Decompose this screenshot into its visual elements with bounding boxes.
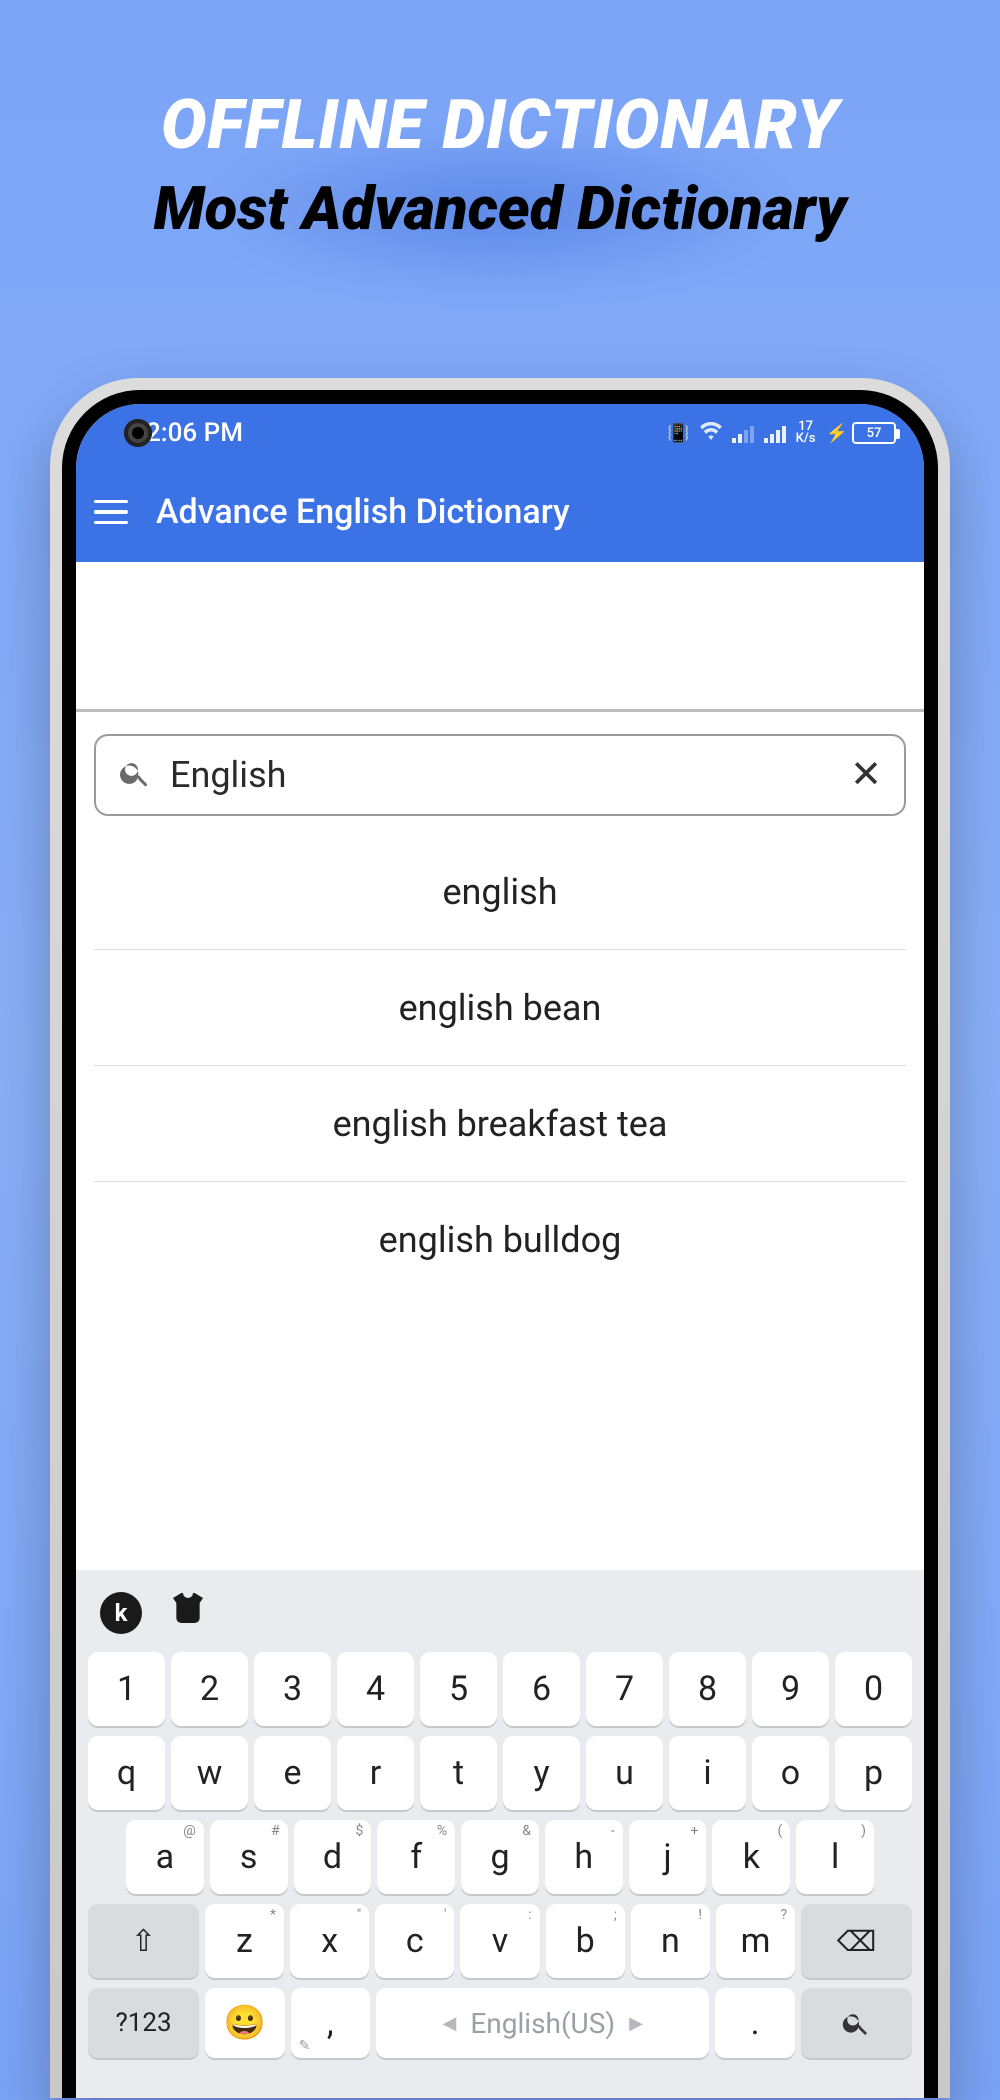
- vibrate-icon: 📳: [667, 423, 689, 444]
- key-e[interactable]: e: [254, 1736, 331, 1810]
- charging-icon: ⚡: [826, 423, 848, 444]
- key-t[interactable]: t: [420, 1736, 497, 1810]
- search-action-key[interactable]: [801, 1988, 912, 2058]
- key-q[interactable]: q: [88, 1736, 165, 1810]
- key-j[interactable]: +j: [629, 1820, 707, 1894]
- key-4[interactable]: 4: [337, 1652, 414, 1726]
- clear-search-button[interactable]: ✕: [850, 756, 882, 794]
- comma-key[interactable]: ✎,: [291, 1988, 370, 2058]
- search-input-text: English: [170, 754, 832, 796]
- suggestion-list: english english bean english breakfast t…: [94, 834, 906, 1298]
- ad-placeholder: [76, 562, 924, 712]
- promo-title: OFFLINE DICTIONARY: [0, 85, 1000, 165]
- key-x[interactable]: "x: [290, 1904, 369, 1978]
- network-speed: 17 K/s: [796, 421, 816, 445]
- promo-banner: OFFLINE DICTIONARY Most Advanced Diction…: [0, 0, 1000, 244]
- signal-2-icon: [764, 423, 786, 443]
- status-right: 📳 17 K/s ⚡ 57: [667, 421, 896, 446]
- key-w[interactable]: w: [171, 1736, 248, 1810]
- key-g[interactable]: &g: [461, 1820, 539, 1894]
- suggestion-item[interactable]: english: [94, 834, 906, 950]
- key-3[interactable]: 3: [254, 1652, 331, 1726]
- key-y[interactable]: y: [503, 1736, 580, 1810]
- signal-1-icon: [732, 423, 754, 443]
- key-h[interactable]: -h: [545, 1820, 623, 1894]
- qwerty-row-3: ⇧ *z "x 'c :v ;b !n ?m ⌫: [84, 1904, 916, 1978]
- key-z[interactable]: *z: [205, 1904, 284, 1978]
- battery-level: 57: [852, 422, 896, 444]
- bottom-row: ?123 😀 ✎, ◀ English(US) ▶ .: [84, 1988, 916, 2058]
- backspace-key[interactable]: ⌫: [801, 1904, 912, 1978]
- suggestion-item[interactable]: english bulldog: [94, 1182, 906, 1298]
- key-5[interactable]: 5: [420, 1652, 497, 1726]
- key-1[interactable]: 1: [88, 1652, 165, 1726]
- key-a[interactable]: @a: [126, 1820, 204, 1894]
- soft-keyboard: k 1 2 3 4 5 6 7 8 9 0: [76, 1570, 924, 2098]
- key-o[interactable]: o: [752, 1736, 829, 1810]
- key-p[interactable]: p: [835, 1736, 912, 1810]
- key-i[interactable]: i: [669, 1736, 746, 1810]
- status-time: 2:06 PM: [146, 418, 243, 448]
- menu-button[interactable]: [94, 500, 128, 525]
- key-v[interactable]: :v: [460, 1904, 539, 1978]
- key-r[interactable]: r: [337, 1736, 414, 1810]
- search-field[interactable]: English ✕: [94, 734, 906, 816]
- keyboard-app-icon[interactable]: k: [100, 1592, 142, 1634]
- battery-indicator: ⚡ 57: [826, 422, 896, 444]
- key-f[interactable]: %f: [377, 1820, 455, 1894]
- key-k[interactable]: (k: [712, 1820, 790, 1894]
- key-0[interactable]: 0: [835, 1652, 912, 1726]
- search-icon: [118, 756, 152, 794]
- number-row: 1 2 3 4 5 6 7 8 9 0: [84, 1652, 916, 1726]
- key-n[interactable]: !n: [631, 1904, 710, 1978]
- key-s[interactable]: #s: [210, 1820, 288, 1894]
- period-key[interactable]: .: [715, 1988, 794, 2058]
- sticker-icon[interactable]: [168, 1588, 208, 1638]
- app-bar: Advance English Dictionary: [76, 462, 924, 562]
- key-l[interactable]: )l: [796, 1820, 874, 1894]
- phone-mockup: 2:06 PM 📳 17 K/s ⚡ 57: [50, 378, 950, 2098]
- qwerty-row-1: q w e r t y u i o p: [84, 1736, 916, 1810]
- key-u[interactable]: u: [586, 1736, 663, 1810]
- key-b[interactable]: ;b: [546, 1904, 625, 1978]
- key-6[interactable]: 6: [503, 1652, 580, 1726]
- shift-key[interactable]: ⇧: [88, 1904, 199, 1978]
- promo-subtitle: Most Advanced Dictionary: [0, 173, 1000, 244]
- status-bar: 2:06 PM 📳 17 K/s ⚡ 57: [76, 404, 924, 462]
- selfie-camera: [124, 419, 152, 447]
- suggestion-item[interactable]: english breakfast tea: [94, 1066, 906, 1182]
- qwerty-row-2: @a #s $d %f &g -h +j (k )l: [84, 1820, 916, 1894]
- key-8[interactable]: 8: [669, 1652, 746, 1726]
- key-7[interactable]: 7: [586, 1652, 663, 1726]
- app-title: Advance English Dictionary: [156, 492, 570, 532]
- key-m[interactable]: ?m: [716, 1904, 795, 1978]
- spacebar[interactable]: ◀ English(US) ▶: [376, 1988, 709, 2058]
- key-9[interactable]: 9: [752, 1652, 829, 1726]
- suggestion-item[interactable]: english bean: [94, 950, 906, 1066]
- wifi-icon: [700, 421, 722, 446]
- emoji-key[interactable]: 😀: [205, 1988, 284, 2058]
- key-2[interactable]: 2: [171, 1652, 248, 1726]
- key-c[interactable]: 'c: [375, 1904, 454, 1978]
- key-d[interactable]: $d: [294, 1820, 372, 1894]
- symbols-key[interactable]: ?123: [88, 1988, 199, 2058]
